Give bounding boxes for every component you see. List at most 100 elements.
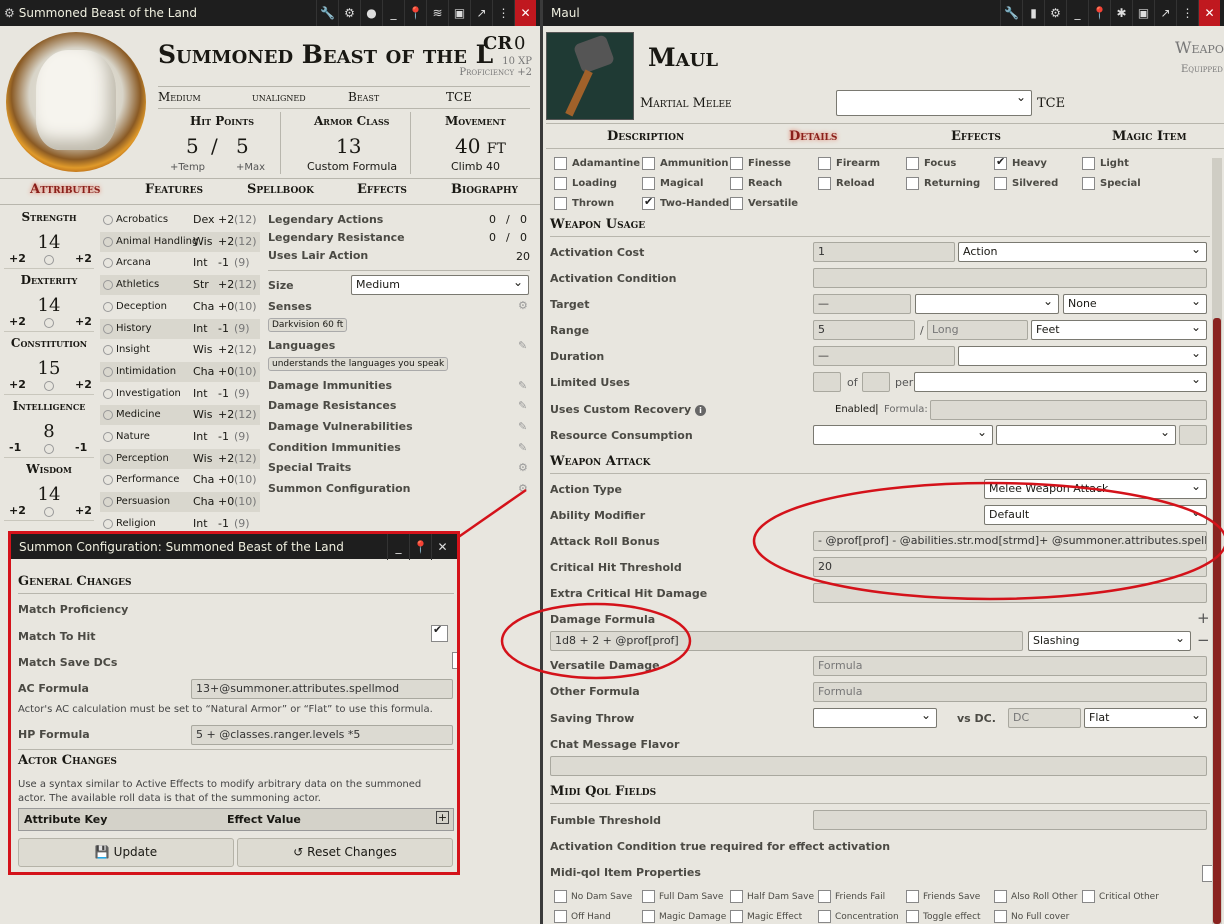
skill-name[interactable]: Athletics — [116, 279, 159, 290]
other-formula-input[interactable]: Formula — [813, 682, 1207, 702]
actor-name[interactable]: Summoned Beast of the L — [158, 40, 493, 69]
custom-recovery-formula-input[interactable] — [930, 400, 1207, 420]
chest-icon[interactable]: ▣ — [448, 0, 470, 26]
hp-max[interactable]: 5 — [236, 134, 249, 158]
property-checkbox[interactable] — [994, 155, 1007, 170]
midi-checkbox[interactable] — [818, 909, 831, 923]
skill-name[interactable]: Religion — [116, 518, 156, 529]
skill-ability[interactable]: Int — [193, 517, 208, 530]
midi-prop-toggle-effect[interactable]: Toggle effect — [906, 909, 981, 923]
property-checkbox[interactable] — [906, 176, 919, 190]
skill-row[interactable]: Insight Wis +2 (12) — [100, 340, 260, 360]
more-icon[interactable]: ⋮ — [1176, 0, 1198, 26]
skill-proficiency-toggle[interactable] — [103, 366, 113, 377]
property-versatile[interactable]: Versatile — [730, 196, 798, 210]
property-reach[interactable]: Reach — [730, 176, 782, 190]
gear-icon[interactable]: ⚙ — [4, 6, 15, 20]
user-icon[interactable]: ● — [360, 0, 382, 26]
legendary-actions-max[interactable]: 0 — [520, 213, 527, 226]
property-silvered[interactable]: Silvered — [994, 176, 1058, 190]
save-proficiency-toggle[interactable] — [44, 381, 54, 391]
skill-name[interactable]: Arcana — [116, 257, 151, 268]
skill-ability[interactable]: Int — [193, 387, 208, 400]
tab-attributes[interactable]: Attributes — [30, 182, 100, 197]
actor-type[interactable]: Beast — [348, 90, 379, 104]
skill-name[interactable]: Animal Handling — [116, 236, 198, 247]
skill-proficiency-toggle[interactable] — [103, 301, 113, 312]
skill-name[interactable]: Intimidation — [116, 366, 176, 377]
skill-proficiency-toggle[interactable] — [103, 453, 113, 464]
reset-changes-button[interactable]: ↺ Reset Changes — [237, 838, 453, 867]
hp-value[interactable]: 5 — [186, 134, 199, 158]
skill-row[interactable]: Medicine Wis +2 (12) — [100, 405, 260, 426]
tab-biography[interactable]: Biography — [451, 182, 518, 197]
lair-init-value[interactable]: 20 — [516, 250, 530, 263]
skill-row[interactable]: Animal Handling Wis +2 (12) — [100, 231, 260, 252]
property-checkbox[interactable] — [818, 176, 831, 190]
skill-ability[interactable]: Cha — [193, 473, 214, 486]
range-value-input[interactable]: 5 — [813, 320, 915, 340]
midi-prop-critical-other[interactable]: Critical Other — [1082, 889, 1159, 903]
item-source[interactable]: TCE — [1037, 96, 1065, 111]
skill-proficiency-toggle[interactable] — [103, 236, 113, 247]
property-reload[interactable]: Reload — [818, 176, 875, 190]
legendary-resistance-max[interactable]: 0 — [520, 231, 527, 244]
tab-spellbook[interactable]: Spellbook — [247, 182, 314, 197]
midi-checkbox[interactable] — [730, 909, 743, 923]
midi-checkbox[interactable] — [994, 889, 1007, 903]
match-proficiency-checkbox[interactable] — [431, 623, 448, 642]
skill-ability[interactable]: Int — [193, 322, 208, 335]
cr-value[interactable]: 0 — [514, 33, 525, 54]
minimize-icon[interactable]: _ — [1066, 0, 1088, 26]
legendary-resistance-value[interactable]: 0 — [489, 231, 496, 244]
minimize-icon[interactable]: _ — [387, 534, 409, 560]
uses-per-select[interactable] — [914, 372, 1207, 392]
midi-prop-no-full-cover[interactable]: No Full cover — [994, 909, 1069, 923]
popout-icon[interactable]: ↗ — [470, 0, 492, 26]
property-adamantine[interactable]: Adamantine — [554, 156, 640, 170]
item-tab-details[interactable]: Details — [789, 129, 837, 144]
close-icon[interactable]: ✕ — [514, 0, 536, 26]
tab-features[interactable]: Features — [145, 182, 203, 197]
midi-prop-magic-damage[interactable]: Magic Damage — [642, 909, 726, 923]
movement-value[interactable]: 40 ft — [455, 134, 506, 158]
skill-row[interactable]: Acrobatics Dex +2 (12) — [100, 210, 260, 230]
bug-icon[interactable]: ✱ — [1110, 0, 1132, 26]
skill-ability[interactable]: Wis — [193, 235, 212, 248]
item-tab-description[interactable]: Description — [607, 129, 684, 144]
settings-icon[interactable]: ⚙ — [338, 0, 360, 26]
uses-value-input[interactable] — [813, 372, 841, 392]
trait-gear-icon[interactable]: ⚙ — [518, 461, 528, 474]
skill-ability[interactable]: Int — [193, 430, 208, 443]
damage-formula-input[interactable]: 1d8 + 2 + @prof[prof] — [550, 631, 1023, 651]
midi-prop-off-hand[interactable]: Off Hand — [554, 909, 611, 923]
range-units-select[interactable]: Feet — [1031, 320, 1207, 340]
ability-score[interactable]: 14 — [0, 232, 98, 253]
skill-row[interactable]: Perception Wis +2 (12) — [100, 448, 260, 469]
wrench-icon[interactable]: 🔧 — [316, 0, 338, 26]
trait-label[interactable]: Condition Immunities — [268, 441, 401, 454]
skill-row[interactable]: Arcana Int -1 (9) — [100, 253, 260, 273]
skill-ability[interactable]: Wis — [193, 452, 212, 465]
property-checkbox[interactable] — [642, 156, 655, 170]
skill-proficiency-toggle[interactable] — [103, 518, 113, 529]
fumble-input[interactable] — [813, 810, 1207, 830]
skill-name[interactable]: Performance — [116, 474, 179, 485]
actor-window-header[interactable]: ⚙ Summoned Beast of the Land 🔧 ⚙ ● _ 📍 ≋… — [0, 0, 540, 26]
midi-checkbox[interactable] — [730, 889, 743, 903]
skill-proficiency-toggle[interactable] — [103, 280, 113, 291]
skill-ability[interactable]: Cha — [193, 300, 214, 313]
midi-checkbox[interactable] — [554, 889, 567, 903]
property-checkbox[interactable] — [730, 196, 743, 210]
legendary-actions-value[interactable]: 0 — [489, 213, 496, 226]
property-focus[interactable]: Focus — [906, 156, 956, 170]
actor-alignment[interactable]: unaligned — [252, 90, 306, 104]
midi-checkbox[interactable] — [554, 909, 567, 923]
duration-value-input[interactable]: — — [813, 346, 955, 366]
ac-value[interactable]: 13 — [336, 134, 361, 158]
skill-name[interactable]: Deception — [116, 301, 167, 312]
skill-row[interactable]: History Int -1 (9) — [100, 318, 260, 339]
midi-checkbox[interactable] — [906, 889, 919, 903]
skill-ability[interactable]: Wis — [193, 408, 212, 421]
skill-ability[interactable]: Dex — [193, 213, 215, 226]
